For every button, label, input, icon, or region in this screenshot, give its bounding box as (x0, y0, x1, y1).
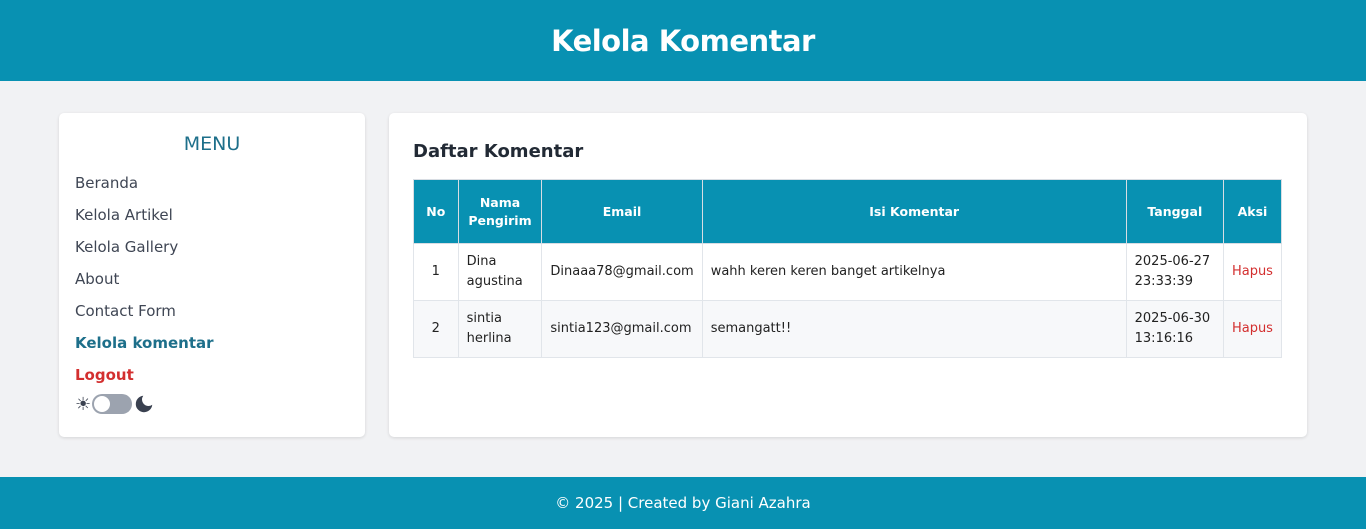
main-panel: Daftar Komentar No Nama Pengirim Email I… (389, 113, 1307, 437)
sidebar-item-about[interactable]: About (75, 263, 349, 295)
cell-no: 2 (413, 300, 459, 358)
table-row: 2 sintia herlina sintia123@gmail.com sem… (413, 300, 1283, 358)
cell-no: 1 (413, 243, 459, 301)
cell-nama: sintia herlina (457, 300, 543, 358)
page-title: Kelola Komentar (551, 23, 815, 58)
cell-email: sintia123@gmail.com (541, 300, 703, 358)
hapus-link[interactable]: Hapus (1232, 264, 1273, 279)
sidebar: MENU Beranda Kelola Artikel Kelola Galle… (59, 113, 365, 437)
theme-toggle[interactable]: ☀ (75, 393, 349, 415)
menu-title: MENU (183, 133, 241, 155)
column-header-no: No (413, 179, 459, 244)
column-header-email: Email (541, 179, 703, 244)
comments-table: No Nama Pengirim Email Isi Komentar Tang… (413, 179, 1283, 358)
column-header-isi-komentar: Isi Komentar (701, 179, 1127, 244)
cell-tanggal: 2025-06-27 23:33:39 (1125, 243, 1224, 301)
table-header: No Nama Pengirim Email Isi Komentar Tang… (413, 179, 1283, 244)
sidebar-item-logout[interactable]: Logout (75, 359, 349, 391)
cell-isi: semangatt!! (701, 300, 1127, 358)
sidebar-item-beranda[interactable]: Beranda (75, 167, 349, 199)
sidebar-item-kelola-artikel[interactable]: Kelola Artikel (75, 199, 349, 231)
section-title: Daftar Komentar (413, 141, 584, 162)
cell-aksi: Hapus (1222, 243, 1283, 301)
column-header-aksi: Aksi (1222, 179, 1283, 244)
cell-aksi: Hapus (1222, 300, 1283, 358)
moon-icon (135, 395, 153, 413)
page-header: Kelola Komentar (0, 0, 1366, 81)
cell-email: Dinaaa78@gmail.com (541, 243, 703, 301)
column-header-tanggal: Tanggal (1125, 179, 1224, 244)
cell-nama: Dina agustina (457, 243, 543, 301)
switch-knob (94, 396, 111, 412)
cell-isi: wahh keren keren banget artikelnya (701, 243, 1127, 301)
hapus-link[interactable]: Hapus (1232, 321, 1273, 336)
sidebar-menu: Beranda Kelola Artikel Kelola Gallery Ab… (75, 167, 349, 391)
theme-switch[interactable] (92, 394, 133, 414)
column-header-nama-pengirim: Nama Pengirim (457, 179, 543, 244)
cell-tanggal: 2025-06-30 13:16:16 (1125, 300, 1224, 358)
sidebar-item-contact-form[interactable]: Contact Form (75, 295, 349, 327)
page-footer: © 2025 | Created by Giani Azahra (0, 477, 1366, 529)
sun-icon: ☀ (75, 394, 92, 414)
sidebar-item-kelola-komentar[interactable]: Kelola komentar (75, 327, 349, 359)
table-row: 1 Dina agustina Dinaaa78@gmail.com wahh … (413, 243, 1283, 301)
footer-text: © 2025 | Created by Giani Azahra (555, 494, 811, 512)
sidebar-item-kelola-gallery[interactable]: Kelola Gallery (75, 231, 349, 263)
